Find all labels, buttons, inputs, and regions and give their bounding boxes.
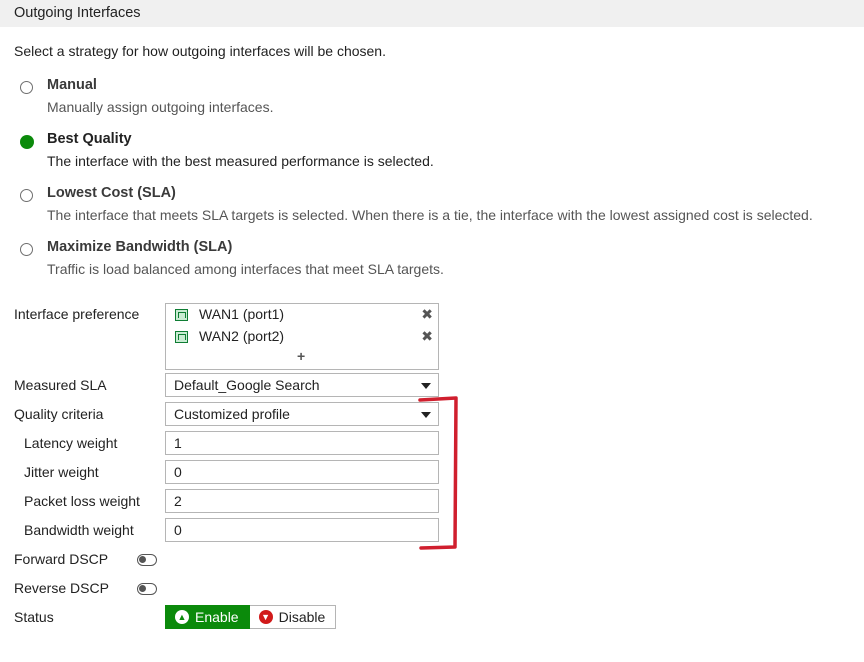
quality-criteria-label: Quality criteria <box>14 406 104 422</box>
measured-sla-value: Default_Google Search <box>174 377 320 393</box>
remove-icon[interactable]: ✖ <box>421 306 433 323</box>
strategy-desc: The interface with the best measured per… <box>47 153 434 169</box>
strategy-title: Best Quality <box>47 131 132 147</box>
interface-item: WAN1 (port1) ✖ <box>175 306 437 326</box>
forward-dscp-toggle[interactable] <box>137 554 157 566</box>
strategy-intro: Select a strategy for how outgoing inter… <box>14 43 386 59</box>
disable-label: Disable <box>278 609 326 625</box>
arrow-down-circle-icon: ▼ <box>258 610 273 624</box>
strategy-title: Maximize Bandwidth (SLA) <box>47 239 233 255</box>
add-icon[interactable]: + <box>297 348 305 364</box>
status-toggle-group: ▲ Enable ▼ Disable <box>165 605 337 629</box>
latency-weight-label: Latency weight <box>24 435 118 451</box>
status-label: Status <box>14 609 54 625</box>
disable-button[interactable]: ▼ Disable <box>249 605 337 629</box>
interface-name: WAN2 (port2) <box>199 328 285 344</box>
strategy-title: Lowest Cost (SLA) <box>47 185 176 201</box>
interface-preference-list[interactable]: WAN1 (port1) ✖ WAN2 (port2) ✖ + <box>165 303 439 370</box>
section-title: Outgoing Interfaces <box>14 5 141 21</box>
jitter-weight-input[interactable]: 0 <box>165 460 439 484</box>
packet-loss-weight-input[interactable]: 2 <box>165 489 439 513</box>
interface-item: WAN2 (port2) ✖ <box>175 328 437 348</box>
strategy-title: Manual <box>47 77 97 93</box>
port-icon <box>175 309 188 321</box>
bandwidth-weight-label: Bandwidth weight <box>24 522 134 538</box>
section-header: Outgoing Interfaces <box>0 0 864 27</box>
measured-sla-select[interactable]: Default_Google Search <box>165 373 439 397</box>
radio-maximize-bandwidth[interactable] <box>20 243 33 256</box>
interface-preference-label: Interface preference <box>14 306 140 322</box>
arrow-up-circle-icon: ▲ <box>175 610 189 624</box>
strategy-desc: Traffic is load balanced among interface… <box>47 261 444 277</box>
caret-down-icon <box>421 412 431 418</box>
port-icon <box>175 331 188 343</box>
radio-lowest-cost[interactable] <box>20 189 33 202</box>
remove-icon[interactable]: ✖ <box>421 328 433 345</box>
radio-manual[interactable] <box>20 81 33 94</box>
packet-loss-weight-label: Packet loss weight <box>24 493 140 509</box>
strategy-desc: The interface that meets SLA targets is … <box>47 207 813 223</box>
bandwidth-weight-input[interactable]: 0 <box>165 518 439 542</box>
radio-best-quality[interactable] <box>20 135 34 149</box>
interface-name: WAN1 (port1) <box>199 306 285 322</box>
enable-label: Enable <box>195 609 239 625</box>
quality-criteria-select[interactable]: Customized profile <box>165 402 439 426</box>
caret-down-icon <box>421 383 431 389</box>
enable-button[interactable]: ▲ Enable <box>165 605 250 629</box>
strategy-desc: Manually assign outgoing interfaces. <box>47 99 274 115</box>
reverse-dscp-toggle[interactable] <box>137 583 157 595</box>
latency-weight-input[interactable]: 1 <box>165 431 439 455</box>
reverse-dscp-label: Reverse DSCP <box>14 580 109 596</box>
forward-dscp-label: Forward DSCP <box>14 551 109 567</box>
quality-criteria-value: Customized profile <box>174 406 290 422</box>
measured-sla-label: Measured SLA <box>14 377 107 393</box>
jitter-weight-label: Jitter weight <box>24 464 99 480</box>
